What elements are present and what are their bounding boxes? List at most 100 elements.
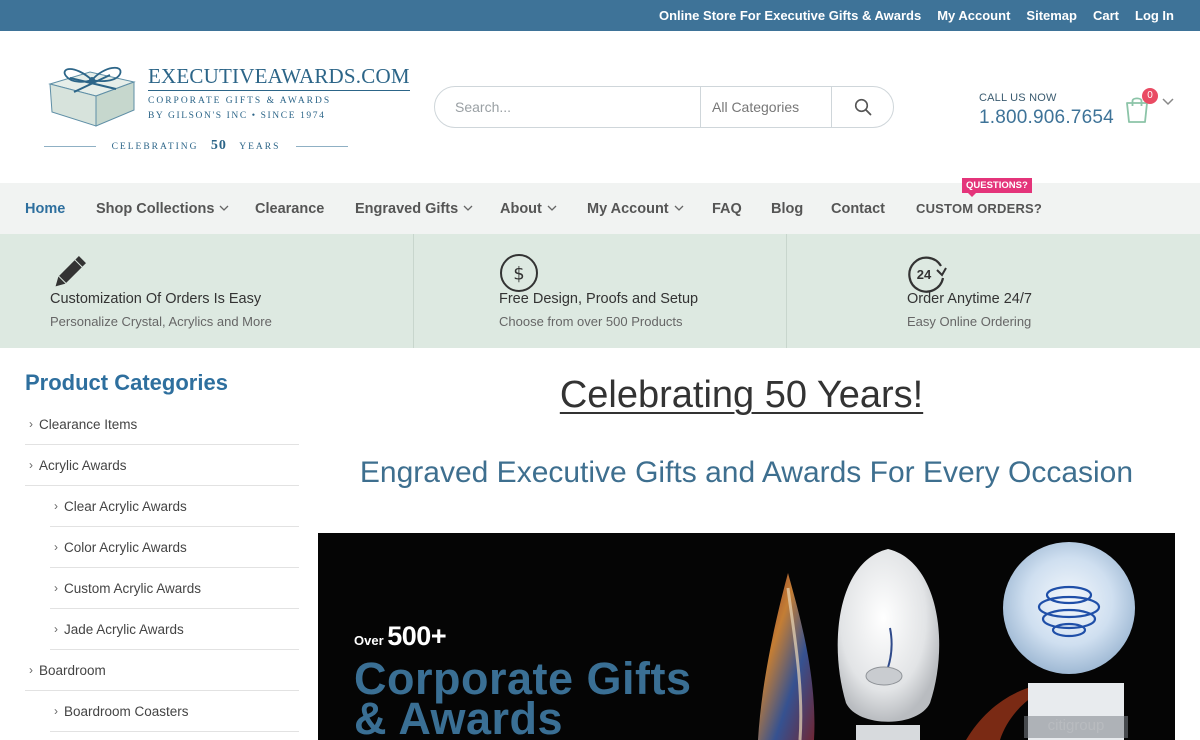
category-label: Custom Acrylic Awards (64, 580, 202, 596)
banner-over: Over (354, 633, 384, 648)
logo-celebrating-text: CELEBRATING (111, 142, 199, 152)
nav-label: CUSTOM ORDERS? (916, 201, 1043, 216)
nav-contact[interactable]: Contact (831, 183, 885, 234)
subcategory-item[interactable]: › Jade Acrylic Awards (50, 609, 299, 650)
category-select[interactable]: All Categories (700, 87, 831, 127)
category-label: Jade Acrylic Awards (64, 621, 184, 637)
search-button[interactable] (831, 87, 893, 127)
nav-shop-collections[interactable]: Shop Collections (96, 183, 229, 234)
chevron-right-icon: › (54, 499, 58, 513)
cart-button[interactable]: 0 (1124, 88, 1179, 130)
page-heading-text: Celebrating 50 Years! (559, 374, 924, 416)
nav-label: Home (25, 200, 66, 217)
svg-text:$: $ (513, 264, 524, 285)
search-bar: All Categories (434, 86, 894, 128)
nav-label: FAQ (712, 200, 742, 217)
features-strip: Customization Of Orders Is Easy Personal… (0, 234, 1200, 348)
chevron-right-icon: › (54, 581, 58, 595)
subcategory-item[interactable]: › Color Acrylic Awards (50, 527, 299, 568)
product-categories-sidebar: Product Categories › Clearance Items › Acr… (25, 370, 299, 732)
banner-headline: Corporate Gifts & Awards (354, 656, 692, 740)
nav-home[interactable]: Home (25, 183, 65, 234)
logo-celebrating: CELEBRATING 50 YEARS (44, 138, 349, 154)
nav-label: Shop Collections (96, 200, 215, 217)
feature-desc: Choose from over 500 Products (499, 314, 683, 329)
top-link-login[interactable]: Log In (1135, 8, 1174, 23)
logo-years-text: YEARS (239, 142, 281, 152)
chevron-down-icon (674, 205, 684, 211)
chevron-right-icon: › (29, 458, 33, 472)
nav-label: My Account (587, 200, 669, 217)
nav-label: Engraved Gifts (355, 200, 459, 217)
top-link-store[interactable]: Online Store For Executive Gifts & Award… (659, 8, 921, 23)
clock-24-icon: 24 (908, 256, 947, 293)
feature-desc: Personalize Crystal, Acrylics and More (50, 314, 272, 329)
site-logo[interactable]: EXECUTIVEAWARDS.COM CORPORATE GIFTS & AW… (44, 58, 410, 158)
nav-label: Contact (831, 200, 885, 217)
call-us: CALL US NOW 1.800.906.7654 (979, 92, 1114, 129)
category-label: Clear Acrylic Awards (64, 498, 187, 514)
chevron-right-icon: › (54, 622, 58, 636)
top-link-cart[interactable]: Cart (1093, 8, 1119, 23)
search-input[interactable] (435, 87, 700, 127)
page-subheading: Engraved Executive Gifts and Awards For … (359, 456, 1134, 489)
nav-label: Blog (771, 200, 804, 217)
category-label: Boardroom (39, 662, 106, 678)
banner-count: 500+ (387, 621, 447, 651)
nav-label: About (500, 200, 542, 217)
dollar-icon: $ (500, 254, 538, 292)
chevron-down-icon (463, 205, 473, 211)
feature-divider (413, 234, 414, 348)
nav-engraved-gifts[interactable]: Engraved Gifts (355, 183, 473, 234)
logo-since: BY GILSON'S INC • SINCE 1974 (148, 111, 326, 121)
top-link-sitemap[interactable]: Sitemap (1026, 8, 1077, 23)
nav-label: Clearance (255, 200, 325, 217)
feature-free-design: $ Free Design, Proofs and Setup Choose f… (413, 234, 786, 348)
category-label: Color Acrylic Awards (64, 539, 187, 555)
banner-over-text: Over 500+ (354, 621, 447, 652)
subcategory-item[interactable]: › Boardroom Coasters (50, 691, 299, 732)
category-item[interactable]: › Boardroom (25, 650, 299, 691)
top-link-my-account[interactable]: My Account (937, 8, 1010, 23)
phone-number[interactable]: 1.800.906.7654 (979, 107, 1114, 129)
top-links: Online Store For Executive Gifts & Award… (643, 0, 1174, 31)
category-item[interactable]: › Acrylic Awards (25, 445, 299, 486)
cart-count-badge: 0 (1142, 88, 1158, 104)
chevron-right-icon: › (54, 540, 58, 554)
hero-banner[interactable]: citigroup Over 500+ Corporate Gifts & Aw… (318, 533, 1175, 740)
feature-desc: Easy Online Ordering (907, 314, 1032, 329)
chevron-right-icon: › (54, 704, 58, 718)
nav-my-account[interactable]: My Account (587, 183, 684, 234)
chevron-down-icon (219, 205, 229, 211)
logo-rule-left (44, 145, 96, 147)
feature-customization: Customization Of Orders Is Easy Personal… (0, 234, 413, 348)
feature-title: Free Design, Proofs and Setup (499, 291, 699, 307)
nav-clearance[interactable]: Clearance (255, 183, 324, 234)
subcategory-item[interactable]: › Custom Acrylic Awards (50, 568, 299, 609)
nav-about[interactable]: About (500, 183, 557, 234)
subcategory-item[interactable]: › Clear Acrylic Awards (50, 486, 299, 527)
chevron-right-icon: › (29, 417, 33, 431)
page-heading: Celebrating 50 Years! (318, 374, 1165, 417)
category-label: Clearance Items (39, 416, 138, 432)
banner-line-2: & Awards (354, 693, 564, 740)
questions-tag: QUESTIONS? (962, 178, 1032, 197)
category-label: Acrylic Awards (39, 457, 127, 473)
category-label: Boardroom Coasters (64, 703, 189, 719)
nav-faq[interactable]: FAQ (712, 183, 742, 234)
chevron-down-icon (547, 205, 557, 211)
feature-order-anytime: 24 Order Anytime 24/7 Easy Online Orderi… (786, 234, 1200, 348)
sidebar-title: Product Categories (25, 370, 228, 395)
feature-divider (786, 234, 787, 348)
logo-tagline: CORPORATE GIFTS & AWARDS (148, 96, 332, 106)
logo-years-number: 50 (210, 138, 227, 153)
clock-24-text: 24 (917, 267, 932, 282)
chevron-down-icon (1162, 98, 1174, 106)
top-bar: Online Store For Executive Gifts & Award… (0, 0, 1200, 31)
nav-blog[interactable]: Blog (771, 183, 803, 234)
chevron-right-icon: › (29, 663, 33, 677)
search-icon (854, 98, 871, 116)
category-item[interactable]: › Clearance Items (25, 404, 299, 445)
pencil-icon (55, 256, 86, 287)
logo-brand: EXECUTIVEAWARDS.COM (148, 64, 410, 91)
